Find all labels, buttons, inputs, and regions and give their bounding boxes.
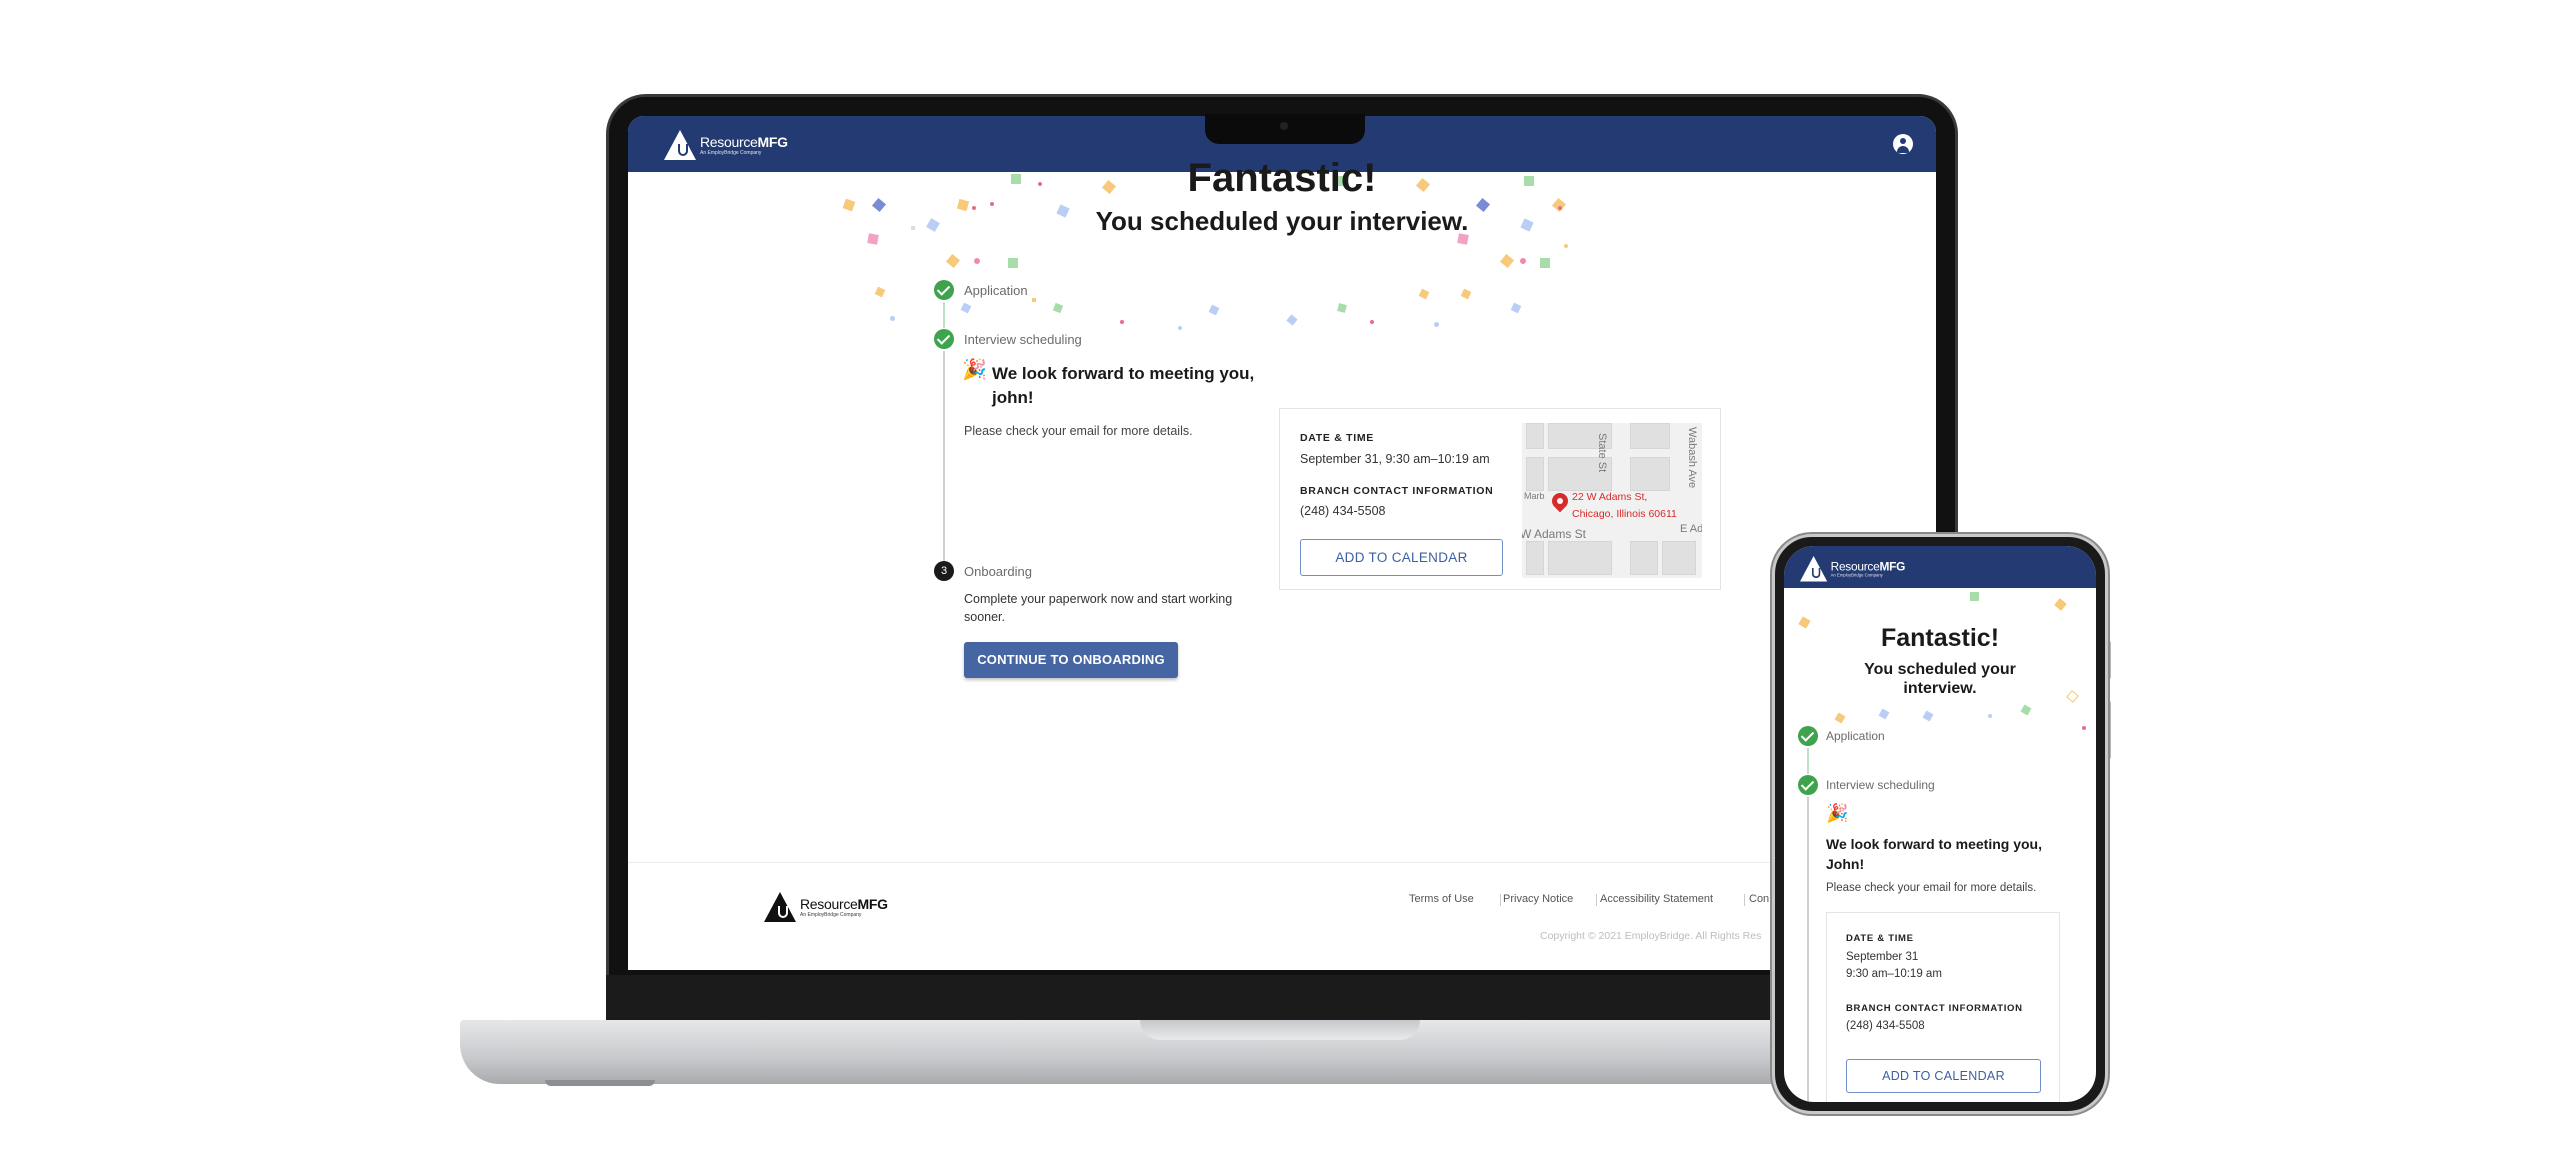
mobile-subtitle-line2: interview. <box>1903 680 1977 697</box>
branch-phone[interactable]: (248) 434-5508 <box>1300 504 1385 518</box>
brand-name-bold: MFG <box>857 895 889 912</box>
step-interview-label: Interview scheduling <box>964 332 1082 347</box>
step-connector <box>1807 797 1809 1102</box>
step-onboarding-label: Onboarding <box>964 564 1032 579</box>
mobile-interview-body: Please check your email for more details… <box>1826 882 2037 894</box>
interview-heading: We look forward to meeting you, john! <box>992 362 1254 410</box>
footer-separator <box>1596 894 1597 906</box>
mobile-heading-line2: John! <box>1826 856 1865 872</box>
brand-name-light: Resource <box>1830 558 1880 573</box>
map-street-label: Wabash Ave <box>1686 427 1698 489</box>
footer-brand-logo[interactable]: ResourceMFG An EmployBridge Company <box>764 892 888 922</box>
map-street-label: W Adams St <box>1522 527 1587 541</box>
interview-body: Please check your email for more details… <box>964 424 1193 438</box>
step-application-label: Application <box>964 283 1028 298</box>
copyright-text: Copyright © 2021 EmployBridge. All Right… <box>1540 930 1762 942</box>
party-popper-icon: 🎉 <box>962 359 987 381</box>
footer-link-privacy[interactable]: Privacy Notice <box>1503 893 1573 905</box>
branch-map[interactable]: State St Wabash Ave W Adams St E Ad Marb… <box>1522 423 1702 578</box>
interview-heading-line2: john! <box>992 388 1034 407</box>
footer-divider <box>628 862 1936 863</box>
footer-link-terms[interactable]: Terms of Use <box>1409 893 1474 905</box>
map-pin-icon <box>1548 489 1572 513</box>
laptop-groove <box>1140 1020 1420 1040</box>
brand-name-light: Resource <box>700 133 758 150</box>
map-address: 22 W Adams St, Chicago, Illinois 60611 <box>1572 489 1677 523</box>
party-popper-icon: 🎉 <box>1826 803 1849 823</box>
mobile-application-check-icon <box>1798 726 1818 746</box>
step-connector <box>943 302 945 328</box>
mobile-page-subtitle: You scheduled your interview. <box>1784 660 2096 698</box>
mobile-interview-check-icon <box>1798 775 1818 795</box>
mobile-site-header: ResourceMFG An EmployBridge Company <box>1784 546 2096 588</box>
onboarding-step-number: 3 <box>934 561 954 581</box>
laptop-chin <box>606 975 1958 1023</box>
brand-name-bold: MFG <box>757 133 789 150</box>
footer-separator <box>1500 894 1501 906</box>
onboarding-body: Complete your paperwork now and start wo… <box>964 590 1232 626</box>
mobile-branch-phone[interactable]: (248) 434-5508 <box>1846 1020 1925 1032</box>
map-address-line1: 22 W Adams St, <box>1572 491 1648 503</box>
brand-tagline: An EmployBridge Company <box>800 911 862 918</box>
brand-name-light: Resource <box>800 895 858 912</box>
step-connector <box>1807 748 1809 774</box>
mobile-date: September 31 <box>1846 951 1919 963</box>
brand-tagline: An EmployBridge Company <box>700 149 762 156</box>
onboarding-body-line1: Complete your paperwork now and start wo… <box>964 592 1233 606</box>
application-check-icon <box>934 280 954 300</box>
logo-icon <box>764 892 796 922</box>
mobile-time: 9:30 am–10:19 am <box>1846 968 1942 980</box>
mobile-add-to-calendar-button[interactable]: ADD TO CALENDAR <box>1846 1059 2041 1093</box>
date-time-label: DATE & TIME <box>1300 432 1375 444</box>
footer-link-accessibility[interactable]: Accessibility Statement <box>1600 893 1713 905</box>
branch-contact-label: BRANCH CONTACT INFORMATION <box>1300 485 1494 497</box>
logo-icon <box>1800 556 1828 582</box>
mobile-subtitle-line1: You scheduled your <box>1864 661 2016 678</box>
continue-to-onboarding-button[interactable]: CONTINUE TO ONBOARDING <box>964 642 1178 678</box>
add-to-calendar-button[interactable]: ADD TO CALENDAR <box>1300 539 1503 576</box>
mobile-step-application-label: Application <box>1826 729 1885 743</box>
phone-screen: ResourceMFG An EmployBridge Company Fant… <box>1784 546 2096 1102</box>
mobile-interview-heading: We look forward to meeting you, John! <box>1826 834 2042 874</box>
date-time-value: September 31, 9:30 am–10:19 am <box>1300 452 1490 466</box>
mobile-branch-contact-label: BRANCH CONTACT INFORMATION <box>1846 1003 2023 1014</box>
step-connector <box>943 351 945 573</box>
page-title: Fantastic! <box>1187 156 1377 200</box>
mobile-brand-logo[interactable]: ResourceMFG An EmployBridge Company <box>1800 556 1905 582</box>
brand-name-bold: MFG <box>1879 558 1906 573</box>
footer-link-contact[interactable]: Con <box>1749 893 1769 905</box>
laptop-foot <box>545 1080 655 1086</box>
appointment-card: DATE & TIME September 31, 9:30 am–10:19 … <box>1279 408 1721 590</box>
laptop-screen: ResourceMFG An EmployBridge Company Fant… <box>628 116 1936 970</box>
map-street-label: State St <box>1596 433 1608 473</box>
map-street-label: Marb <box>1524 491 1545 501</box>
map-address-line2: Chicago, Illinois 60611 <box>1572 508 1677 520</box>
map-street-label: E Ad <box>1680 523 1702 535</box>
mobile-date-time-value: September 31 9:30 am–10:19 am <box>1846 949 1942 983</box>
mobile-page-title: Fantastic! <box>1880 624 2000 652</box>
interview-heading-line1: We look forward to meeting you, <box>992 364 1255 383</box>
onboarding-body-line2: sooner. <box>964 610 1006 624</box>
mobile-heading-line1: We look forward to meeting you, <box>1826 836 2042 852</box>
laptop-camera-notch <box>1205 114 1365 144</box>
footer-separator <box>1744 894 1745 906</box>
mobile-date-time-label: DATE & TIME <box>1846 933 1914 944</box>
brand-tagline: An EmployBridge Company <box>1830 572 1883 578</box>
page-subtitle: You scheduled your interview. <box>1095 206 1469 236</box>
interview-check-icon <box>934 329 954 349</box>
account-circle-icon[interactable] <box>1893 134 1913 154</box>
mobile-step-interview-label: Interview scheduling <box>1826 778 1935 792</box>
mobile-appointment-card: DATE & TIME September 31 9:30 am–10:19 a… <box>1826 912 2060 1102</box>
